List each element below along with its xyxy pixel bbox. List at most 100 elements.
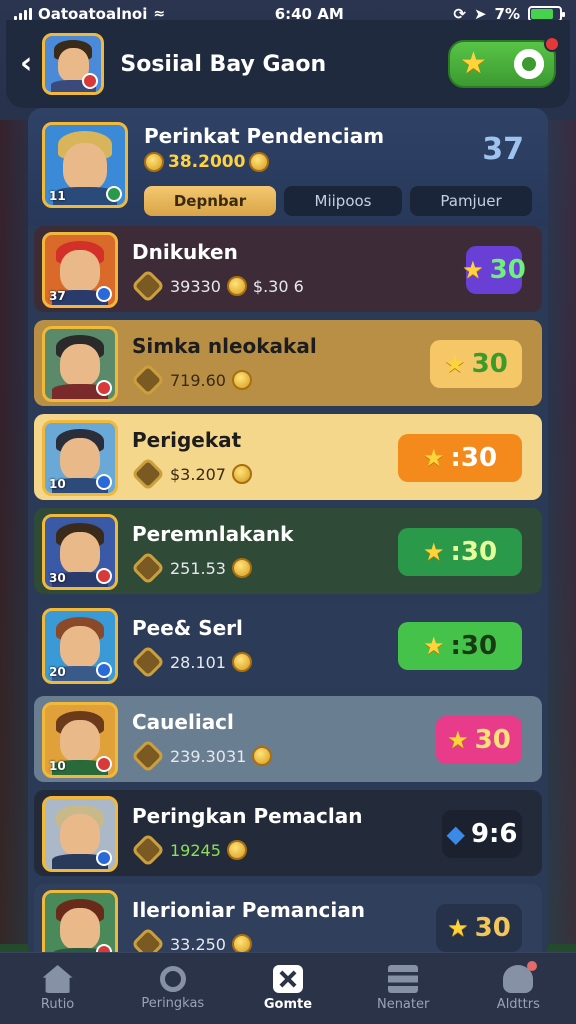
star-icon: ★: [462, 256, 484, 284]
coin-icon: [231, 464, 252, 484]
shield-icon: [131, 269, 165, 303]
player-avatar[interactable]: 20: [42, 608, 118, 684]
profile-avatar[interactable]: 11: [42, 122, 128, 208]
player-score: 30: [474, 913, 511, 943]
player-points: 39330: [170, 276, 221, 296]
player-points-secondary: $.30 6: [252, 276, 304, 296]
player-score: 30: [474, 725, 511, 755]
nav-label: Rutio: [40, 997, 75, 1012]
player-score: :30: [450, 443, 498, 473]
user-icon: [503, 961, 538, 993]
player-score-badge[interactable]: ★ :30: [398, 622, 522, 670]
leaderboard-row[interactable]: 37 Dnikuken 39330 $.30 6 ★ 30: [34, 226, 542, 312]
player-name: Pee& Serl: [132, 616, 243, 640]
shield-icon: [131, 833, 165, 867]
leaderboard-row[interactable]: Ilerioniar Pemancian 33.250 ★ 30: [34, 884, 542, 958]
star-icon: ★: [447, 914, 469, 942]
search-icon: [159, 966, 186, 992]
player-avatar[interactable]: 37: [42, 232, 118, 308]
player-level: 37: [49, 289, 66, 303]
player-avatar[interactable]: 30: [42, 514, 118, 590]
player-points: 239.3031: [170, 746, 247, 766]
profile-level: 11: [49, 189, 66, 203]
leaderboard-row[interactable]: Simka nleokakal 719.60 ★ 30: [34, 320, 542, 406]
player-score-badge[interactable]: ◆ 9:6: [442, 810, 522, 858]
player-meta: 719.60: [131, 363, 258, 397]
leaderboard-row[interactable]: Peringkan Pemaclan 19245 ◆ 9:6: [34, 790, 542, 876]
player-meta: 39330 $.30 6: [131, 269, 304, 303]
my-profile-card: 11 Perinkat Pendenciam 38.2000 37 Depnba…: [28, 108, 548, 226]
coin-icon: [226, 840, 247, 860]
nav-label: Aldttrs: [496, 997, 540, 1012]
player-score-badge[interactable]: ★ 30: [430, 340, 522, 388]
player-score-badge[interactable]: ★ :30: [398, 528, 522, 576]
filter-tabs: Depnbar Miipoos Pamjuer: [144, 186, 532, 216]
player-points: 28.101: [170, 652, 226, 672]
coin-icon: [231, 558, 252, 578]
player-score: :30: [450, 631, 498, 661]
tab-miipoos[interactable]: Miipoos: [284, 186, 402, 216]
header-actions[interactable]: ★: [448, 36, 560, 88]
leaderboard-row[interactable]: 20 Pee& Serl 28.101 ★ :30: [34, 602, 542, 688]
app-header: ‹ Sosiial Bay Gaon ★: [6, 20, 570, 108]
star-icon: ★: [422, 632, 445, 660]
player-points: 251.53: [170, 558, 226, 578]
nav-item-rankings[interactable]: Peringkas: [123, 966, 223, 1011]
coin-icon: [249, 152, 270, 172]
profile-score: 38.2000: [144, 152, 270, 172]
player-name: Peremnlakank: [132, 522, 294, 546]
star-icon: ★: [422, 444, 445, 472]
profile-name: Perinkat Pendenciam: [144, 124, 385, 148]
tab-depnbar[interactable]: Depnbar: [144, 186, 276, 216]
player-level: 10: [49, 759, 66, 773]
home-icon: [42, 965, 73, 993]
player-score-badge[interactable]: ★ 30: [462, 246, 526, 294]
player-name: Ilerioniar Pemancian: [132, 898, 365, 922]
nav-item-game[interactable]: Gomte: [238, 965, 338, 1012]
nav-item-home[interactable]: Rutio: [8, 965, 108, 1012]
player-points: 33.250: [170, 934, 226, 954]
player-score-badge[interactable]: ★ 30: [436, 716, 522, 764]
gem-icon: ◆: [446, 820, 465, 848]
player-score: 9:6: [470, 819, 518, 849]
player-avatar[interactable]: [42, 890, 118, 958]
leaderboard-row[interactable]: 10 Caueliacl 239.3031 ★ 30: [34, 696, 542, 782]
player-name: Simka nleokakal: [132, 334, 317, 358]
player-meta: 28.101: [131, 645, 258, 679]
coin-icon: [226, 276, 247, 296]
coin-icon: [231, 370, 252, 390]
player-avatar[interactable]: [42, 796, 118, 872]
player-points: 19245: [170, 840, 221, 860]
bottom-nav: Rutio Peringkas Gomte Nenater Aldttrs: [0, 952, 576, 1024]
player-meta: $3.207: [131, 457, 258, 491]
player-name: Caueliacl: [132, 710, 234, 734]
close-icon: [272, 965, 303, 993]
coin-icon: [144, 152, 164, 172]
player-meta: 251.53: [131, 551, 258, 585]
player-score-badge[interactable]: ★ :30: [398, 434, 522, 482]
player-meta: 239.3031: [131, 739, 278, 773]
tab-pamjuer[interactable]: Pamjuer: [410, 186, 532, 216]
nav-label: Peringkas: [141, 996, 205, 1011]
shield-icon: [131, 551, 165, 585]
nav-label: Nenater: [376, 997, 430, 1012]
player-score-badge[interactable]: ★ 30: [436, 904, 522, 952]
star-icon: ★: [447, 726, 469, 754]
player-level: 20: [49, 665, 66, 679]
star-icon[interactable]: ★: [460, 49, 487, 79]
player-avatar[interactable]: 10: [42, 702, 118, 778]
nav-item-menu[interactable]: Nenater: [353, 965, 453, 1012]
nav-item-profile[interactable]: Aldttrs: [468, 961, 568, 1012]
star-icon: ★: [444, 350, 466, 378]
player-avatar[interactable]: 10: [42, 420, 118, 496]
leaderboard-row[interactable]: 30 Peremnlakank 251.53 ★ :30: [34, 508, 542, 594]
player-score: :30: [450, 537, 498, 567]
gear-icon[interactable]: [514, 49, 544, 79]
profile-score-value: 38.2000: [168, 152, 246, 172]
leaderboard-row[interactable]: 10 Perigekat $3.207 ★ :30: [34, 414, 542, 500]
player-avatar[interactable]: [42, 326, 118, 402]
player-points: $3.207: [170, 464, 226, 484]
user-avatar[interactable]: [42, 33, 105, 95]
shield-icon: [131, 645, 165, 679]
chevron-left-icon[interactable]: ‹: [20, 49, 32, 79]
